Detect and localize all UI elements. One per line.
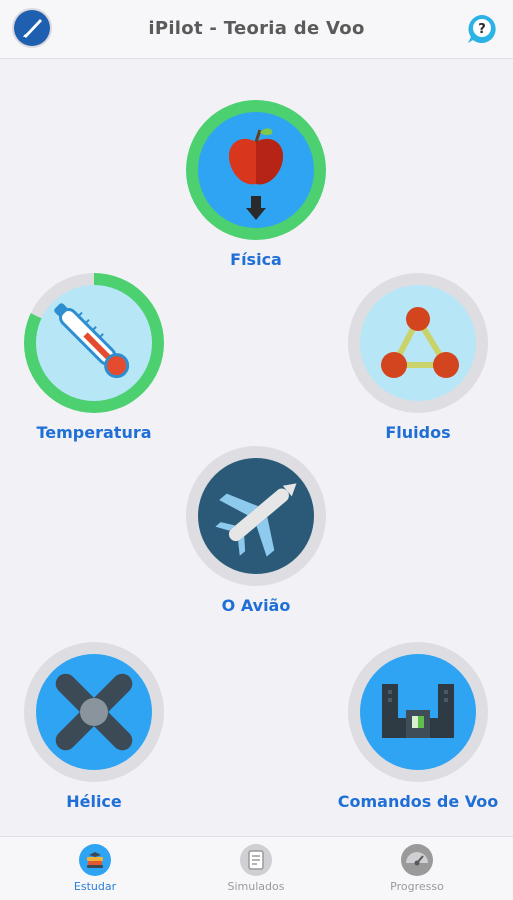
help-icon[interactable]: ?: [465, 12, 499, 46]
topic-comandos-label: Comandos de Voo: [337, 792, 499, 811]
tab-label: Estudar: [73, 880, 117, 893]
study-icon: [79, 844, 111, 876]
tab-simulados[interactable]: Simulados: [196, 843, 316, 893]
tab-estudar[interactable]: Estudar: [35, 843, 155, 893]
topic-fisica-label: Física: [230, 250, 282, 269]
thermometer-icon: [36, 285, 152, 401]
molecule-icon: [360, 285, 476, 401]
app-header: iPilot - Teoria de Voo ?: [0, 0, 513, 59]
tab-label: Progresso: [390, 880, 444, 893]
apple-icon: [198, 112, 314, 228]
tab-progresso[interactable]: Progresso: [357, 843, 477, 893]
topic-fluidos-label: Fluidos: [385, 423, 451, 442]
yoke-icon: [360, 654, 476, 770]
airplane-icon: [198, 458, 314, 574]
tab-bar: Estudar Simulados Progresso: [0, 836, 513, 900]
progress-icon: [401, 844, 433, 876]
propeller-icon: [36, 654, 152, 770]
tab-label: Simulados: [227, 880, 285, 893]
topic-temperatura-label: Temperatura: [36, 423, 152, 442]
exam-icon: [240, 844, 272, 876]
topic-aviao-label: O Avião: [221, 596, 291, 615]
page-title: iPilot - Teoria de Voo: [148, 18, 365, 39]
svg-text:?: ?: [478, 22, 486, 37]
topic-helice-label: Hélice: [66, 792, 122, 811]
